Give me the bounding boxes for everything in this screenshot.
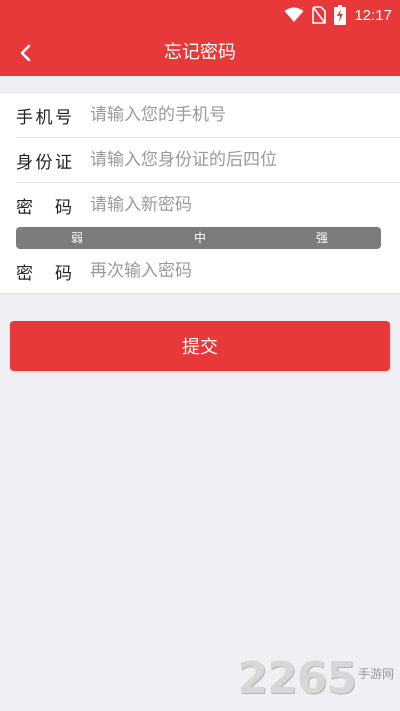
- new-password-input[interactable]: [90, 190, 380, 220]
- new-password-row: 密 码: [0, 183, 400, 227]
- id-card-label: 身份证: [16, 152, 72, 173]
- confirm-password-label: 密 码: [16, 263, 72, 284]
- page-title: 忘记密码: [164, 42, 236, 63]
- battery-charging-icon: [334, 5, 347, 25]
- new-password-label: 密 码: [16, 197, 72, 218]
- confirm-password-row: 密 码: [0, 249, 400, 293]
- strength-strong: 强: [316, 231, 329, 245]
- phone-row: 手机号: [0, 93, 400, 137]
- watermark-text: 手游网: [357, 667, 394, 681]
- watermark-number: 2265: [237, 653, 357, 704]
- no-sim-icon: [312, 6, 327, 24]
- id-card-row: 身份证: [0, 138, 400, 182]
- strength-weak: 弱: [71, 231, 84, 245]
- password-strength-bar: 弱 中 强: [16, 227, 381, 249]
- nav-bar: 忘记密码: [0, 30, 400, 76]
- reset-password-form: 手机号 身份证 密 码 密 码: [0, 92, 400, 294]
- status-icons: 12:17: [284, 4, 392, 26]
- id-card-input[interactable]: [90, 145, 380, 175]
- strength-medium: 中: [194, 231, 207, 245]
- watermark: 2265 手游网: [238, 652, 394, 704]
- phone-input[interactable]: [90, 100, 380, 130]
- wifi-icon: [284, 7, 304, 22]
- confirm-password-input[interactable]: [90, 256, 380, 286]
- phone-label: 手机号: [16, 107, 72, 128]
- status-bar: 12:17: [0, 0, 400, 30]
- status-time: 12:17: [354, 6, 392, 24]
- submit-button[interactable]: 提交: [10, 321, 390, 371]
